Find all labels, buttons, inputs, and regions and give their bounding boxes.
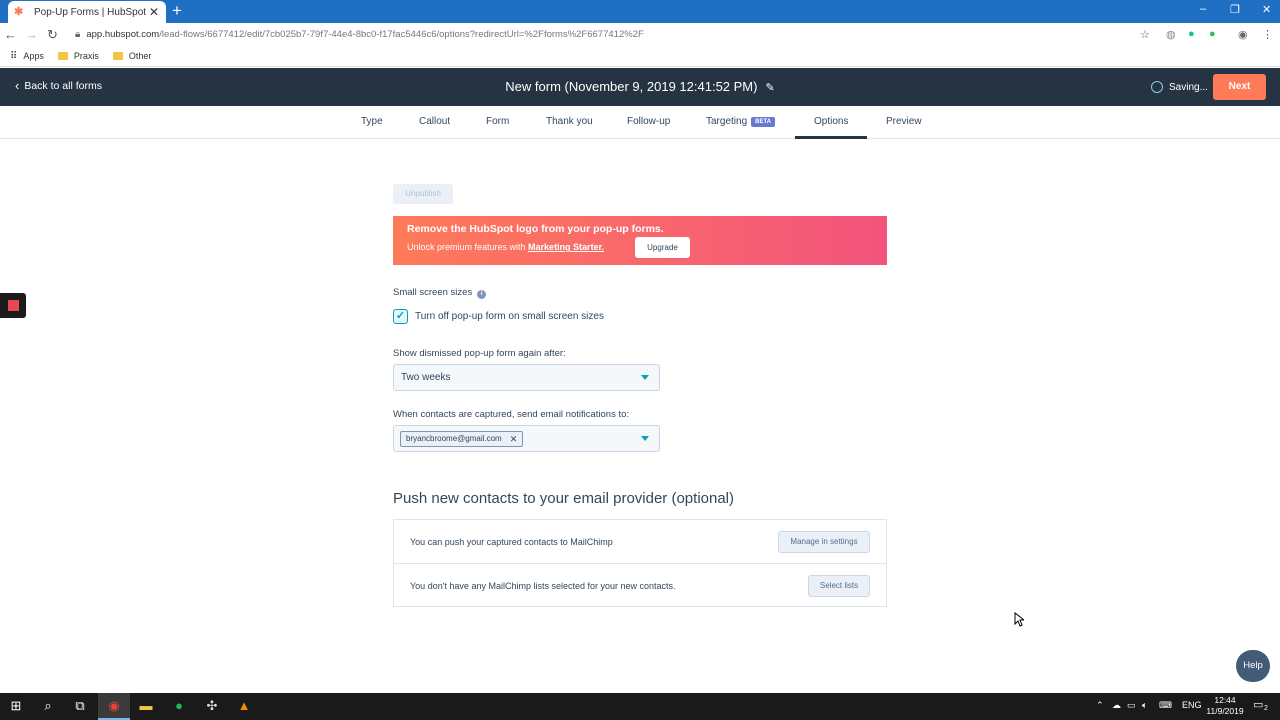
browser-tab[interactable]: ✱ Pop-Up Forms | HubSpot ✕	[8, 1, 166, 23]
email-chip: bryancbroome@gmail.com ✕	[400, 431, 524, 447]
mailchimp-row: You can push your captured contacts to M…	[394, 520, 886, 563]
beta-badge: BETA	[751, 117, 776, 127]
select-lists-button[interactable]: Select lists	[808, 575, 870, 597]
file-explorer-icon[interactable]: ▬	[138, 698, 154, 714]
remove-chip-icon[interactable]: ✕	[510, 432, 518, 446]
restore-icon[interactable]: ❐	[1230, 3, 1240, 16]
grammarly-icon[interactable]: ●	[1188, 28, 1195, 40]
apps-grid-icon: ⠿	[10, 50, 18, 62]
tab-callout[interactable]: Callout	[419, 116, 450, 127]
tab-type[interactable]: Type	[361, 116, 383, 127]
mouse-cursor-icon	[1014, 612, 1024, 627]
small-screen-checkbox-label[interactable]: Turn off pop-up form on small screen siz…	[415, 311, 604, 322]
tab-title: Pop-Up Forms | HubSpot	[34, 6, 147, 18]
task-view-icon[interactable]: ⧉	[72, 698, 88, 714]
tray-language[interactable]: ENG	[1182, 700, 1202, 710]
address-bar: ← → ↻ 🔒︎ app.hubspot.com/lead-flows/6677…	[0, 23, 1280, 46]
caret-down-icon	[641, 375, 649, 380]
spinner-icon	[1151, 81, 1163, 93]
small-screen-label: Small screen sizes i	[393, 287, 487, 299]
browser-tab-bar: ✱ Pop-Up Forms | HubSpot ✕ + – ❐ ✕	[0, 0, 1280, 23]
manage-settings-button[interactable]: Manage in settings	[778, 531, 870, 553]
tab-preview[interactable]: Preview	[886, 116, 922, 127]
caret-down-icon	[641, 436, 649, 441]
reload-icon[interactable]: ↻	[42, 27, 63, 43]
spotify-icon[interactable]: ●	[171, 698, 187, 714]
window-close-icon[interactable]: ✕	[1262, 3, 1271, 16]
tray-chevron-icon[interactable]: ⌃	[1096, 700, 1104, 711]
mailchimp-row-text: You don't have any MailChimp lists selec…	[410, 581, 676, 591]
tab-follow-up[interactable]: Follow-up	[627, 116, 670, 127]
bookmark-star-icon[interactable]: ☆	[1140, 28, 1150, 41]
url-field[interactable]: app.hubspot.com/lead-flows/6677412/edit/…	[86, 29, 643, 40]
banner-subtitle: Unlock premium features with Marketing S…	[407, 242, 605, 252]
tab-options[interactable]: Options	[814, 116, 848, 127]
folder-icon	[112, 52, 123, 60]
saving-status: Saving...	[1151, 81, 1208, 93]
profile-avatar[interactable]: ◉	[1238, 28, 1248, 41]
tab-form[interactable]: Form	[486, 116, 509, 127]
notification-recipients-select[interactable]: bryancbroome@gmail.com ✕	[393, 425, 660, 452]
bookmarks-bar: ⠿ Apps Praxis Other	[0, 46, 1280, 67]
record-stop-icon	[8, 300, 19, 311]
taskbar-clock[interactable]: 12:44 11/9/2019	[1203, 695, 1247, 717]
windows-start-icon[interactable]: ⊞	[8, 698, 24, 714]
banner-title: Remove the HubSpot logo from your pop-up…	[407, 223, 664, 235]
vlc-icon[interactable]: ▲	[236, 698, 252, 714]
new-tab-icon[interactable]: +	[172, 2, 182, 20]
next-button[interactable]: Next	[1213, 74, 1266, 100]
marketing-starter-link[interactable]: Marketing Starter.	[528, 242, 604, 252]
minimize-icon[interactable]: –	[1200, 3, 1206, 15]
record-button[interactable]	[0, 293, 26, 318]
select-value: Two weeks	[401, 372, 451, 383]
slack-icon[interactable]: ✣	[204, 698, 220, 714]
active-tab-indicator	[795, 136, 867, 139]
back-arrow-icon[interactable]: ←	[0, 27, 21, 42]
mailchimp-row: You don't have any MailChimp lists selec…	[394, 563, 886, 606]
forward-arrow-icon[interactable]: →	[21, 27, 42, 42]
app-header: ‹ Back to all forms New form (November 9…	[0, 68, 1280, 106]
notification-count: 2	[1264, 705, 1268, 712]
push-contacts-heading: Push new contacts to your email provider…	[393, 490, 735, 507]
tray-volume-icon[interactable]: 🔈︎	[1142, 700, 1147, 711]
mailchimp-row-text: You can push your captured contacts to M…	[410, 537, 613, 547]
step-tabs: Type Callout Form Thank you Follow-up Ta…	[0, 106, 1280, 139]
mailchimp-panel: You can push your captured contacts to M…	[393, 519, 887, 607]
dismissed-interval-select[interactable]: Two weeks	[393, 364, 660, 391]
form-title[interactable]: New form (November 9, 2019 12:41:52 PM) ✎	[0, 79, 1280, 94]
evernote-icon[interactable]: ●	[1209, 28, 1216, 40]
bookmark-praxis[interactable]: Praxis	[57, 51, 99, 61]
unpublish-button[interactable]: Unpublish	[393, 184, 453, 204]
taskbar: ⊞ ⌕ ⧉ ◉ ▬ ● ✣ ▲ ⌃ ☁ ▭ 🔈︎ ⌨ ENG 12:44 11/9…	[0, 693, 1280, 720]
tray-network-icon[interactable]: ▭	[1127, 700, 1136, 711]
info-icon[interactable]: i	[477, 290, 487, 299]
hubspot-favicon-icon: ✱	[14, 6, 24, 18]
search-icon[interactable]: ⌕	[40, 698, 56, 714]
tab-targeting[interactable]: Targeting BETA	[706, 116, 776, 127]
tab-close-icon[interactable]: ✕	[148, 5, 160, 19]
bookmark-apps[interactable]: ⠿ Apps	[10, 51, 44, 62]
tab-thank-you[interactable]: Thank you	[546, 116, 593, 127]
dismissed-label: Show dismissed pop-up form again after:	[393, 348, 566, 359]
folder-icon	[57, 52, 68, 60]
lock-icon: 🔒︎	[75, 29, 81, 40]
chrome-icon[interactable]: ◉	[106, 698, 122, 714]
tray-keyboard-icon[interactable]: ⌨	[1159, 700, 1172, 711]
notifications-label: When contacts are captured, send email n…	[393, 409, 630, 420]
extension-icon[interactable]: ◍	[1166, 28, 1176, 41]
small-screen-checkbox[interactable]: ✓	[393, 309, 408, 324]
help-button[interactable]: Help	[1236, 650, 1270, 682]
upgrade-banner: Remove the HubSpot logo from your pop-up…	[393, 216, 887, 265]
chrome-menu-icon[interactable]: ⋮	[1262, 28, 1273, 41]
tray-cloud-icon[interactable]: ☁	[1112, 700, 1121, 711]
upgrade-button[interactable]: Upgrade	[635, 237, 690, 258]
pencil-edit-icon[interactable]: ✎	[765, 82, 774, 94]
bookmark-other[interactable]: Other	[112, 51, 151, 61]
notification-center-icon[interactable]: ▭	[1253, 698, 1263, 711]
